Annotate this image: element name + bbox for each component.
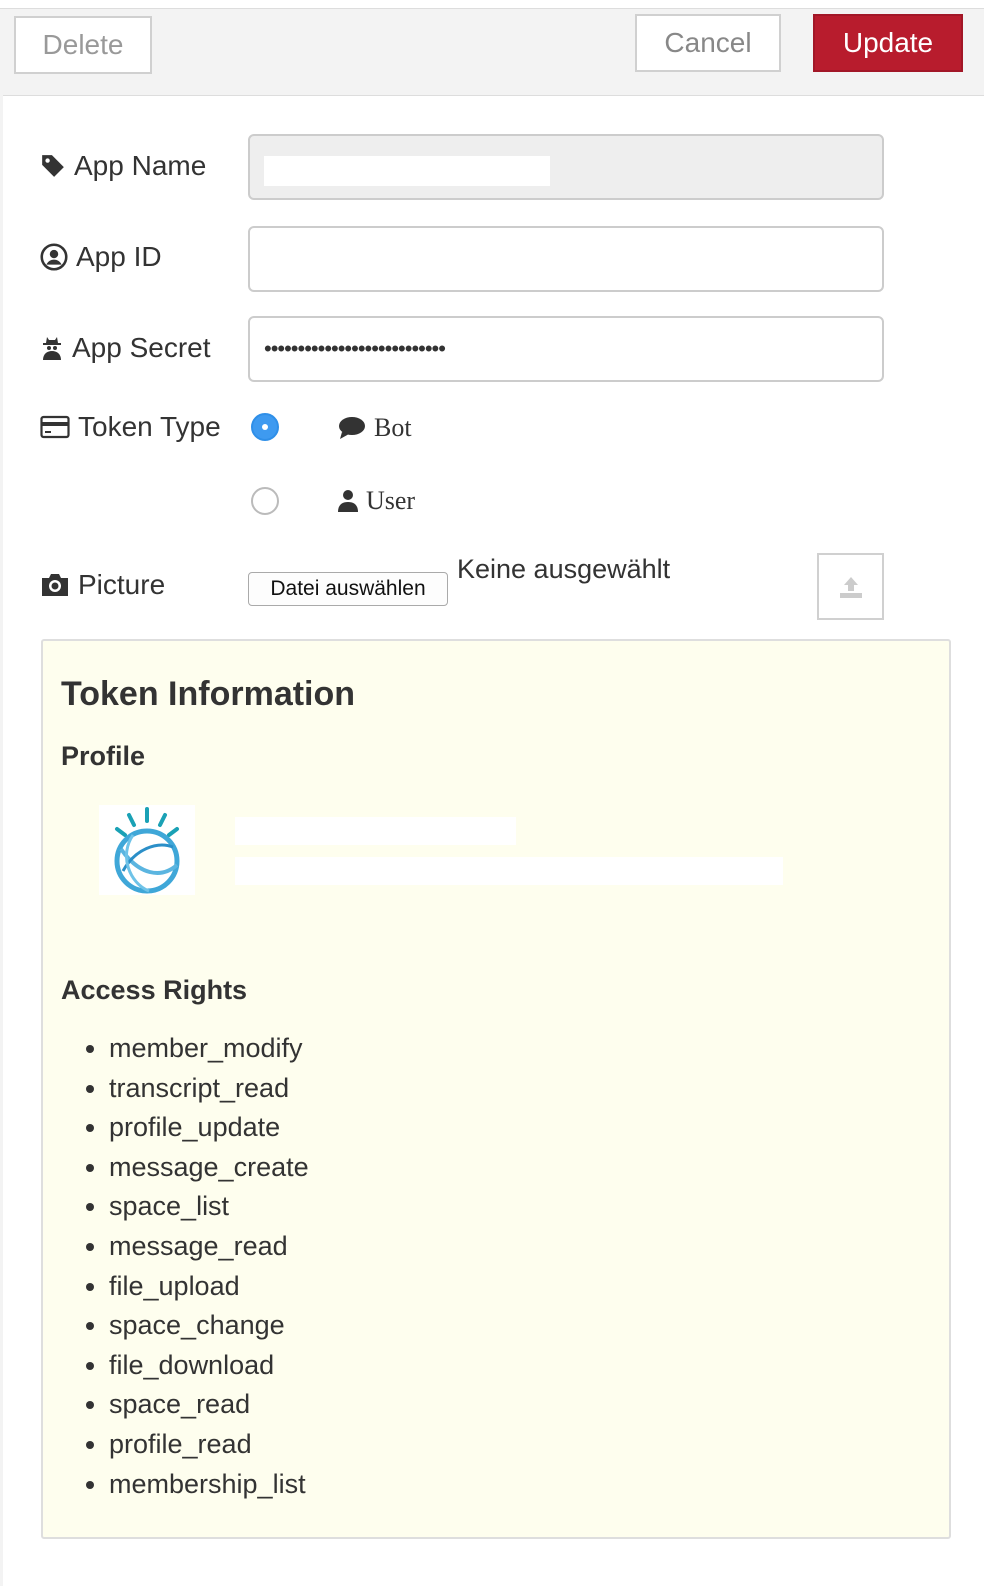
access-right-item: transcript_read xyxy=(109,1069,309,1109)
user-circle-icon xyxy=(40,243,68,271)
app-id-label-text: App ID xyxy=(76,241,162,272)
delete-button[interactable]: Delete xyxy=(14,16,152,74)
access-rights-heading: Access Rights xyxy=(61,975,248,1005)
token-type-label-text: Token Type xyxy=(78,411,221,442)
camera-icon xyxy=(42,574,68,596)
user-label-text: User xyxy=(366,486,416,515)
token-type-bot-radio[interactable] xyxy=(251,413,279,441)
access-right-item: profile_update xyxy=(109,1108,309,1148)
app-name-label: App Name xyxy=(40,148,206,184)
redacted-profile-name xyxy=(235,817,516,845)
access-right-item: message_create xyxy=(109,1148,309,1188)
token-type-bot-label: Bot xyxy=(338,411,412,445)
token-information-title: Token Information xyxy=(61,675,356,713)
token-type-label: Token Type xyxy=(40,409,221,445)
upload-icon xyxy=(839,576,862,598)
app-id-label: App ID xyxy=(40,239,162,275)
access-right-item: file_download xyxy=(109,1346,309,1386)
top-strip xyxy=(0,0,996,8)
left-edge xyxy=(0,94,3,1586)
app-secret-value: ••••••••••••••••••••••••••• xyxy=(264,336,446,361)
picture-label: Picture xyxy=(40,567,165,603)
access-right-item: space_list xyxy=(109,1187,309,1227)
access-right-item: profile_read xyxy=(109,1425,309,1465)
credit-card-icon xyxy=(40,415,70,439)
access-right-item: membership_list xyxy=(109,1465,309,1505)
redacted-app-name xyxy=(264,156,550,186)
access-right-item: space_change xyxy=(109,1306,309,1346)
upload-button[interactable] xyxy=(817,553,884,620)
access-right-item: member_modify xyxy=(109,1029,309,1069)
app-name-input[interactable] xyxy=(248,134,884,200)
tag-icon xyxy=(42,155,64,177)
app-secret-input[interactable]: ••••••••••••••••••••••••••• xyxy=(248,316,884,382)
cancel-button[interactable]: Cancel xyxy=(635,14,781,72)
app-name-label-text: App Name xyxy=(74,150,207,181)
app-secret-label: App Secret xyxy=(40,330,211,366)
access-right-item: space_read xyxy=(109,1385,309,1425)
access-right-item: message_read xyxy=(109,1227,309,1267)
picture-label-text: Picture xyxy=(78,569,166,600)
token-type-user-radio[interactable] xyxy=(251,487,279,515)
ibm-watson-logo xyxy=(114,807,180,894)
bot-label-text: Bot xyxy=(374,413,412,442)
user-icon xyxy=(338,490,358,512)
profile-avatar xyxy=(99,805,195,895)
redacted-profile-email xyxy=(235,857,783,885)
profile-heading: Profile xyxy=(61,741,146,771)
user-secret-icon xyxy=(43,337,61,360)
choose-file-button[interactable]: Datei auswählen xyxy=(248,572,448,606)
token-type-user-label: User xyxy=(338,484,415,518)
no-file-selected-text: Keine ausgewählt xyxy=(457,554,671,584)
right-edge xyxy=(984,0,996,1586)
access-rights-list: member_modify transcript_read profile_up… xyxy=(61,1029,309,1504)
comment-icon xyxy=(339,417,365,439)
app-secret-label-text: App Secret xyxy=(72,332,211,363)
update-button[interactable]: Update xyxy=(813,14,963,72)
access-right-item: file_upload xyxy=(109,1267,309,1307)
app-id-input[interactable] xyxy=(248,226,884,292)
token-information-panel: Token Information Profile Access Rights … xyxy=(41,639,951,1539)
